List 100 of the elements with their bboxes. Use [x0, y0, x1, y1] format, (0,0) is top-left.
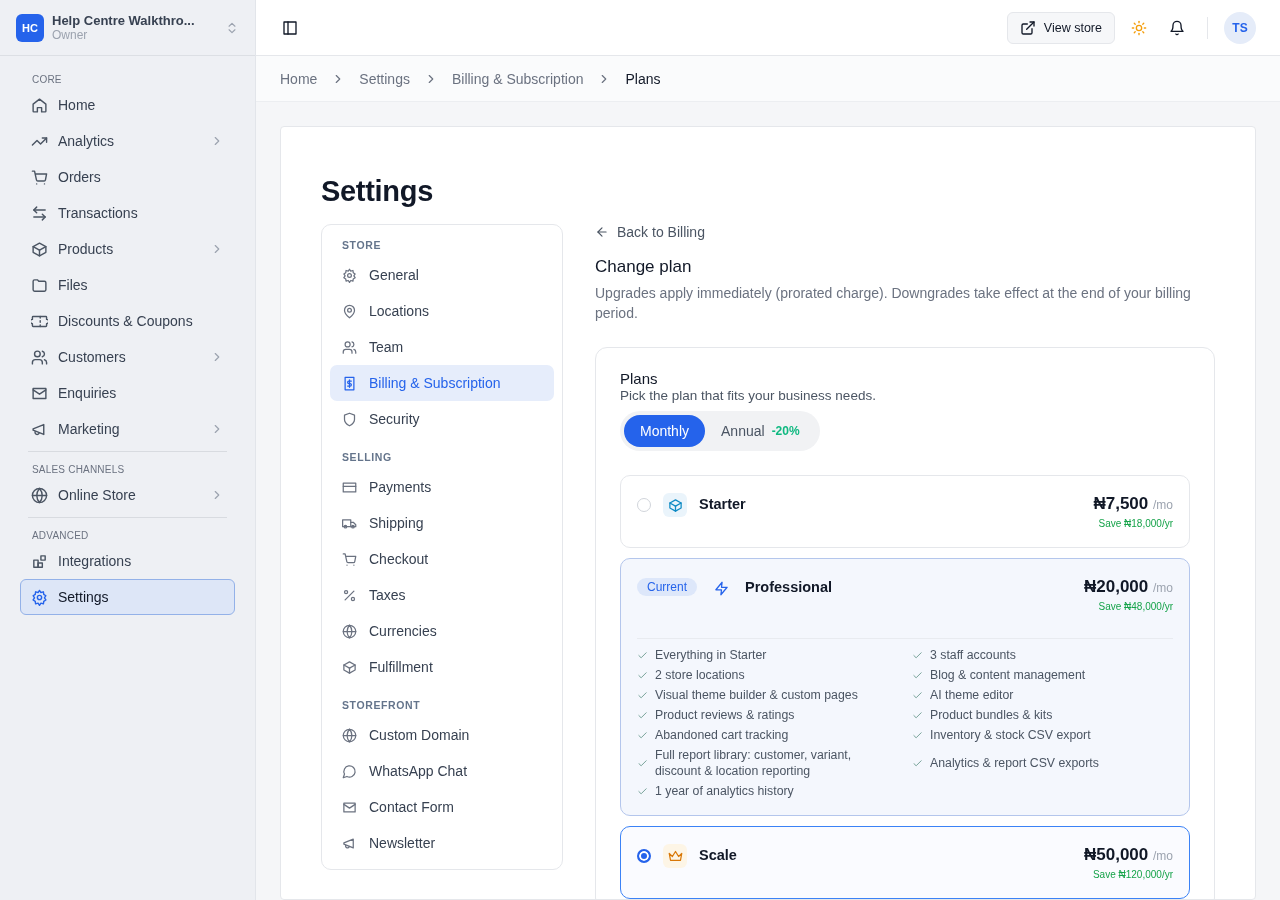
radio-button[interactable] [637, 849, 651, 863]
section-heading: SALES CHANNELS [31, 463, 126, 477]
settings-nav-item[interactable]: Checkout [330, 541, 554, 577]
settings-nav-item[interactable]: Fulfillment [330, 649, 554, 685]
people-icon [342, 339, 357, 355]
breadcrumb-link[interactable]: Settings [359, 70, 410, 87]
settings-nav-item[interactable]: Custom Domain [330, 717, 554, 753]
breadcrumb-link[interactable]: Billing & Subscription [451, 70, 584, 87]
feature-text: Full report library: customer, variant, discount & location reporting [655, 747, 853, 779]
feature-text: Inventory & stock CSV export [930, 727, 1091, 743]
breadcrumb-link[interactable]: Plans [625, 70, 661, 87]
current-badge: Current [637, 578, 697, 596]
globe-icon [342, 623, 357, 639]
savings-note: Save ₦48,000/yr [1098, 601, 1173, 612]
settings-nav-item[interactable]: Shipping [330, 505, 554, 541]
settings-icon [31, 588, 48, 606]
check-icon [912, 689, 923, 701]
external-link-icon [1019, 19, 1036, 36]
sidebar-item[interactable]: Online Store [20, 477, 235, 513]
check-icon [637, 689, 648, 701]
settings-nav-item[interactable]: Contact Form [330, 789, 554, 825]
arrow-left-icon [595, 225, 609, 239]
settings-nav-item[interactable]: Taxes [330, 577, 554, 613]
check-icon [912, 757, 923, 769]
plan-name: Professional [745, 579, 834, 595]
settings-nav-item[interactable]: Locations [330, 293, 554, 329]
plan-card[interactable]: Scale ₦50,000 /mo Save ₦120,000/yr [620, 826, 1190, 899]
plan-price: ₦50,000 /mo [1084, 845, 1173, 865]
sidebar-item[interactable]: Products [20, 231, 235, 267]
cart-icon [342, 551, 357, 567]
plan-price: ₦20,000 /mo [1084, 577, 1173, 597]
arrows-icon [31, 204, 48, 222]
section-heading: SELLING [341, 450, 393, 465]
check-icon [912, 669, 923, 681]
check-icon [637, 709, 648, 721]
globe-icon [342, 727, 357, 743]
page-title: Settings [321, 175, 434, 208]
box-icon [31, 240, 48, 258]
box-icon [667, 497, 683, 513]
sidebar-item[interactable]: Enquiries [20, 375, 235, 411]
plan-card[interactable]: Starter ₦7,500 /mo Save ₦18,000/yr [620, 475, 1190, 548]
plan-name: Scale [699, 847, 738, 863]
savings-note: Save ₦120,000/yr [1092, 869, 1173, 880]
settings-icon [342, 267, 357, 283]
savings-note: Save ₦18,000/yr [1098, 518, 1173, 529]
feature-text: Blog & content management [930, 667, 1086, 683]
sidebar-item[interactable]: Orders [20, 159, 235, 195]
sidebar-item[interactable]: Analytics [20, 123, 235, 159]
sidebar-panel-icon [282, 19, 298, 36]
workspace-name[interactable]: Help Centre Walkthro... [52, 13, 217, 28]
chat-bubble-icon [342, 763, 357, 779]
lightning-icon [713, 580, 729, 596]
back-link[interactable]: Back to Billing [595, 224, 705, 240]
plan-card[interactable] [620, 558, 1190, 816]
globe-icon [31, 486, 48, 504]
settings-nav-item[interactable]: Payments [330, 469, 554, 505]
cart-icon [31, 168, 48, 186]
settings-nav-item[interactable]: Newsletter [330, 825, 554, 861]
feature-text: Everything in Starter [655, 647, 767, 663]
settings-nav-item[interactable]: Billing & Subscription [330, 365, 554, 401]
envelope-icon [342, 799, 357, 815]
section-heading: ADVANCED [31, 529, 90, 543]
home-icon [31, 96, 48, 114]
sidebar-item[interactable]: Customers [20, 339, 235, 375]
pin-icon [342, 303, 357, 319]
bell-icon [1169, 19, 1185, 36]
section-heading: STOREFRONT [341, 698, 422, 713]
card-icon [342, 479, 357, 495]
sun-icon [1131, 19, 1147, 36]
shield-icon [342, 411, 357, 427]
sidebar-item[interactable]: Settings [20, 579, 235, 615]
check-icon [912, 709, 923, 721]
billing-period-tab[interactable]: Annual -20% [705, 415, 816, 447]
sidebar-item[interactable]: Files [20, 267, 235, 303]
user-avatar[interactable]: TS [1224, 11, 1256, 44]
sidebar-item[interactable]: Integrations [20, 543, 235, 579]
people-icon [31, 348, 48, 366]
sidebar-item[interactable]: Marketing [20, 411, 235, 447]
settings-nav-item[interactable]: Currencies [330, 613, 554, 649]
view-store-button[interactable]: View store [1006, 11, 1115, 44]
settings-nav-item[interactable]: WhatsApp Chat [330, 753, 554, 789]
box-icon [342, 659, 357, 675]
feature-text: 3 staff accounts [930, 647, 1016, 663]
panel-title: Plans [620, 370, 659, 387]
sidebar-item[interactable]: Home [20, 87, 235, 123]
sidebar-item[interactable]: Discounts & Coupons [20, 303, 235, 339]
blocks-icon [31, 552, 48, 570]
dollar-receipt-icon [342, 375, 357, 391]
check-icon [637, 669, 648, 681]
feature-text: 2 store locations [655, 667, 745, 683]
breadcrumb-link[interactable]: Home [280, 70, 318, 87]
plan-name: Starter [699, 496, 747, 512]
check-icon [912, 649, 923, 661]
billing-period-tab[interactable]: Monthly [624, 415, 706, 447]
plan-price: ₦7,500 /mo [1093, 494, 1173, 514]
settings-nav-item[interactable]: Team [330, 329, 554, 365]
settings-nav-item[interactable]: Security [330, 401, 554, 437]
sidebar-item[interactable]: Transactions [20, 195, 235, 231]
settings-nav-item[interactable]: General [330, 257, 554, 293]
check-icon [637, 729, 648, 741]
